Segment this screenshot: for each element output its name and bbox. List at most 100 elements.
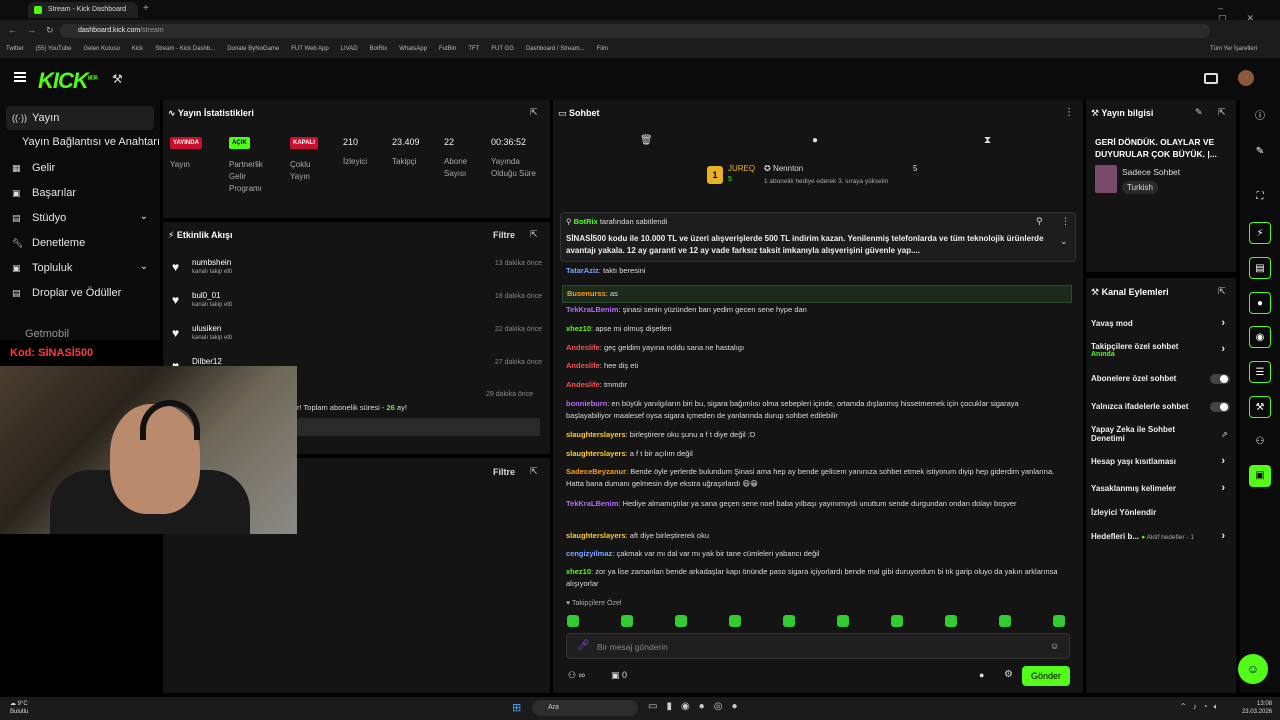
chevron-down-icon[interactable]: ⌄ <box>1060 236 1068 247</box>
chat-username[interactable]: xhez10 <box>566 567 591 576</box>
menu-icon[interactable] <box>14 72 26 82</box>
sidebar-item-stream-key[interactable]: Yayın Bağlantısı ve Anahtarı <box>6 130 160 154</box>
avatar[interactable] <box>1238 70 1254 86</box>
more-icon[interactable]: ⋮ <box>1061 216 1070 227</box>
chat-username[interactable]: Andeslife <box>566 361 600 370</box>
kick-logo[interactable]: KICKBETA <box>38 68 98 94</box>
activity-username[interactable]: bul0_01 <box>192 291 220 300</box>
bookmark-item[interactable]: FutBin <box>439 46 456 58</box>
support-fab-icon[interactable]: ☺ <box>1238 654 1268 684</box>
sidebar-item-studyo[interactable]: ▤ Stüdyo ⌄ <box>6 206 154 230</box>
emote-icon[interactable] <box>945 615 957 627</box>
raid-action[interactable]: İzleyici Yönlendir <box>1091 508 1231 517</box>
url-field[interactable]: dashboard.kick.com/stream <box>60 24 1210 38</box>
bookmark-item[interactable]: Film <box>597 46 608 58</box>
bookmark-item[interactable]: Kick <box>132 46 143 58</box>
microphone-icon[interactable]: 🎤︎ <box>577 640 590 651</box>
clipboard-icon[interactable]: ▤ <box>1249 257 1271 279</box>
gifter-name[interactable]: ✪ Nennton <box>764 164 803 173</box>
subs-only-toggle[interactable] <box>1210 374 1230 384</box>
activity-filter-button[interactable]: Filtre <box>493 230 515 240</box>
emote-icon[interactable] <box>999 615 1011 627</box>
emote-icon[interactable] <box>783 615 795 627</box>
category-thumbnail[interactable] <box>1095 165 1117 193</box>
external-link-icon[interactable]: ⇗ <box>1221 430 1228 439</box>
emote-icon[interactable] <box>567 615 579 627</box>
flash-icon[interactable]: ⚡︎ <box>1249 222 1271 244</box>
new-tab-icon[interactable]: + <box>143 3 149 14</box>
bookmark-item[interactable]: Donate ByNoGame <box>227 46 279 58</box>
edit-icon[interactable]: ✎ <box>1249 141 1271 163</box>
sidebar-item-basarilar[interactable]: ▣ Başarılar <box>6 181 154 205</box>
hammer-icon[interactable]: ⚒ <box>112 72 123 86</box>
category-name[interactable]: Sadece Sohbet <box>1122 167 1180 177</box>
chat-username[interactable]: bonnieburn <box>566 399 607 408</box>
chat-username[interactable]: SadeceBeyzanur <box>566 467 626 476</box>
all-bookmarks-link[interactable]: Tüm Yer İşaretleri <box>1210 46 1257 52</box>
more-icon[interactable]: ⋮ <box>1064 107 1074 118</box>
popout-icon[interactable]: ⇱ <box>530 229 538 240</box>
bookmark-item[interactable]: TFT <box>468 46 479 58</box>
bookmark-item[interactable]: (55) YouTube <box>36 46 72 58</box>
bookmark-item[interactable]: Dashboard / Stream... <box>526 46 585 58</box>
nav-buttons[interactable]: ←→↻ <box>8 25 64 36</box>
ai-moderation-action[interactable]: Yapay Zeka ile Sohbet Denetimi <box>1091 425 1211 443</box>
chat-username[interactable]: cengizyilmaz <box>566 549 612 558</box>
settings-gear-icon[interactable]: ⚙ <box>1004 669 1013 680</box>
chat-username[interactable]: Andeslife <box>566 380 600 389</box>
weather-widget[interactable]: ☁ 9°C Bulutlu <box>10 700 28 716</box>
browser-tab[interactable]: Stream - Kick Dashboard <box>28 2 138 18</box>
popout-icon[interactable]: ⇱ <box>530 107 538 118</box>
edit-icon[interactable]: ✎ <box>1195 107 1203 118</box>
info-icon[interactable]: ⓘ <box>1249 106 1271 128</box>
emote-icon[interactable] <box>675 615 687 627</box>
activity-username[interactable]: numbshein <box>192 258 231 267</box>
activity-username[interactable]: Dilber12 <box>192 357 222 366</box>
chat-username[interactable]: slaughterslayers <box>566 531 626 540</box>
emote-icon[interactable] <box>837 615 849 627</box>
app-icon[interactable]: ▣ <box>1249 465 1271 487</box>
goals-action[interactable]: Hedefleri b... ● Aktif hedefler - 1 › <box>1091 530 1231 542</box>
top-gifter-name[interactable]: JUREQ <box>728 164 755 173</box>
broadcast-icon[interactable]: ◉ <box>1249 326 1271 348</box>
list-icon[interactable]: ☰ <box>1249 361 1271 383</box>
pin-icon[interactable]: ⚲ <box>1036 216 1043 227</box>
chat-username[interactable]: slaughterslayers <box>566 430 626 439</box>
chat-icon[interactable]: ● <box>1249 292 1271 314</box>
bookmark-item[interactable]: LIVAD <box>341 46 358 58</box>
fullscreen-icon[interactable]: ⛶ <box>1249 186 1271 208</box>
bookmark-item[interactable]: Twitter <box>6 46 24 58</box>
emote-icon[interactable] <box>1053 615 1065 627</box>
wrench-icon[interactable]: ⚒ <box>1249 396 1271 418</box>
chat-username[interactable]: xhez10 <box>566 324 591 333</box>
slow-mode-action[interactable]: Yavaş mod › <box>1091 317 1231 329</box>
chat-username[interactable]: TekKraLBenim <box>566 499 618 508</box>
chat-bubble-icon[interactable]: ● <box>812 135 818 146</box>
sidebar-item-yayin[interactable]: ((·)) Yayın <box>6 106 154 130</box>
activity-username[interactable]: ulusiken <box>192 324 221 333</box>
account-age-action[interactable]: Hesap yaşı kısıtlaması › <box>1091 455 1231 467</box>
emote-icon[interactable] <box>891 615 903 627</box>
emote-icon[interactable] <box>621 615 633 627</box>
creator-icon[interactable] <box>1204 73 1218 84</box>
viewer-icon[interactable]: ⚇ ∞ <box>568 670 585 681</box>
windows-start-icon[interactable]: ⊞ <box>512 701 521 714</box>
chat-username[interactable]: Busenurss <box>567 289 606 298</box>
emoji-icon[interactable]: ☺ <box>1050 641 1059 651</box>
popout-icon[interactable]: ⇱ <box>530 466 538 477</box>
tray-icons[interactable]: ⌃♪◔🔈︎ <box>1180 702 1224 712</box>
emote-icon[interactable] <box>729 615 741 627</box>
filter-button[interactable]: Filtre <box>493 467 515 477</box>
bookmark-item[interactable]: FUT Web App <box>291 46 328 58</box>
chat-username[interactable]: Andeslife <box>566 343 600 352</box>
gift-counter[interactable]: ▣ 0 <box>611 670 627 681</box>
chat-username[interactable]: slaughterslayers <box>566 449 626 458</box>
followers-only-action[interactable]: Takipçilere özel sohbet Anında › <box>1091 342 1231 358</box>
sidebar-item-topluluk[interactable]: ▣ Topluluk ⌄ <box>6 256 154 280</box>
chat-username[interactable]: TekKraLBenim <box>566 305 618 314</box>
chat-bubble-icon[interactable]: ● <box>979 670 984 680</box>
popout-icon[interactable]: ⇱ <box>1218 107 1226 118</box>
taskbar-apps[interactable]: ▭▮◉●◎● <box>648 701 746 712</box>
sidebar-item-droplar[interactable]: ▤ Droplar ve Ödüller <box>6 281 154 305</box>
users-icon[interactable]: ⚇ <box>1249 431 1271 453</box>
